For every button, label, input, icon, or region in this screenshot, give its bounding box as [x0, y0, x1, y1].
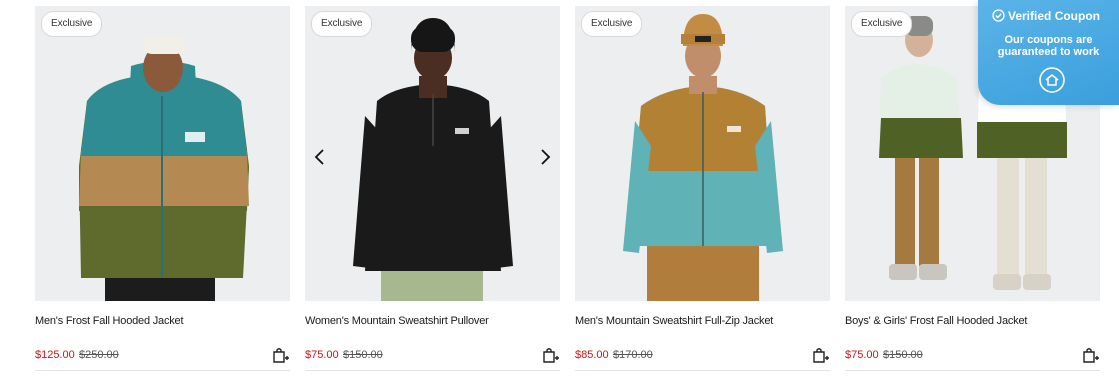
product-card[interactable]: Exclusive Men's Frost Fall Hooded Jacket… — [35, 6, 290, 374]
coupon-title: Verified Coupon — [1008, 9, 1101, 23]
original-price: $150.00 — [343, 349, 383, 361]
add-to-bag-icon[interactable] — [541, 346, 559, 364]
add-to-bag-icon[interactable] — [271, 346, 289, 364]
sale-price: $75.00 — [305, 349, 339, 361]
verified-coupon-banner[interactable]: Verified Coupon Our coupons are guarante… — [978, 0, 1119, 105]
sale-price: $125.00 — [35, 349, 75, 361]
coupon-subtitle: Our coupons are guaranteed to work — [997, 34, 1100, 58]
exclusive-badge: Exclusive — [581, 11, 643, 37]
product-card[interactable]: Exclusive Women's Mountain Sweatshirt Pu… — [305, 6, 560, 374]
check-circle-icon — [992, 9, 1005, 22]
divider — [845, 370, 1100, 371]
chevron-right-icon[interactable] — [536, 146, 554, 168]
sale-price: $85.00 — [575, 349, 609, 361]
exclusive-badge: Exclusive — [311, 11, 373, 37]
product-image[interactable]: Exclusive — [305, 6, 560, 301]
divider — [35, 370, 290, 371]
sale-price: $75.00 — [845, 349, 879, 361]
product-title[interactable]: Men's Frost Fall Hooded Jacket — [35, 315, 184, 327]
add-to-bag-icon[interactable] — [1081, 346, 1099, 364]
product-image[interactable]: Exclusive — [35, 6, 290, 301]
product-title[interactable]: Men's Mountain Sweatshirt Full-Zip Jacke… — [575, 315, 773, 327]
exclusive-badge: Exclusive — [41, 11, 103, 37]
divider — [305, 370, 560, 371]
product-title[interactable]: Boys' & Girls' Frost Fall Hooded Jacket — [845, 315, 1027, 327]
exclusive-badge: Exclusive — [851, 11, 913, 37]
product-card[interactable]: Exclusive Men's Mountain Sweatshirt Full… — [575, 6, 830, 374]
original-price: $250.00 — [79, 349, 119, 361]
coupon-heading: Verified Coupon — [992, 9, 1100, 23]
product-photo — [575, 6, 830, 301]
product-grid: Exclusive Men's Frost Fall Hooded Jacket… — [0, 0, 1119, 378]
product-photo — [305, 6, 560, 301]
product-photo — [35, 6, 290, 301]
chevron-left-icon[interactable] — [311, 146, 329, 168]
add-to-bag-icon[interactable] — [811, 346, 829, 364]
divider — [575, 370, 830, 371]
product-image[interactable]: Exclusive — [575, 6, 830, 301]
original-price: $150.00 — [883, 349, 923, 361]
product-title[interactable]: Women's Mountain Sweatshirt Pullover — [305, 315, 489, 327]
original-price: $170.00 — [613, 349, 653, 361]
house-logo-icon — [1039, 67, 1065, 93]
